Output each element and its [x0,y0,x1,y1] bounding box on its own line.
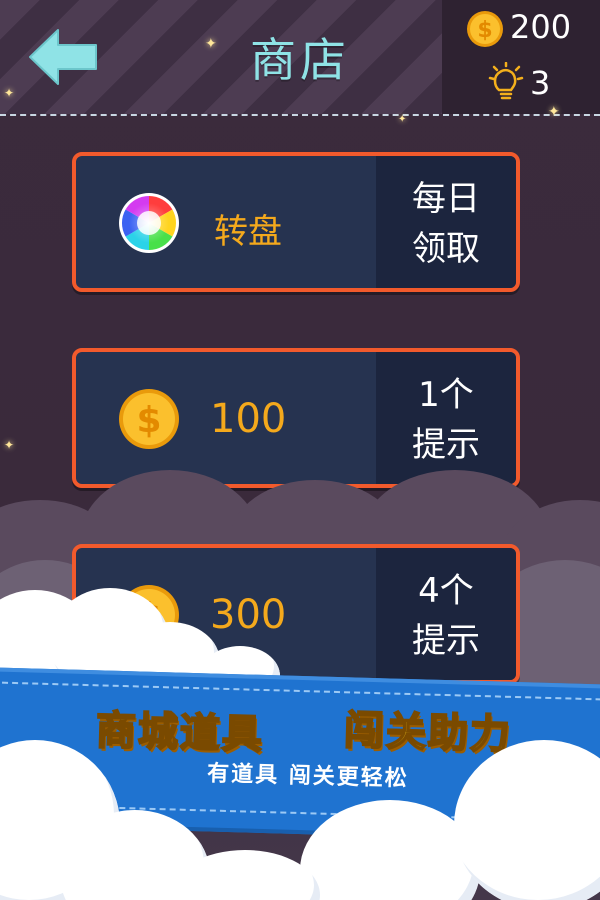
hint-count: 3 [530,64,551,102]
action-line-1: 每日 [412,179,480,219]
buy-1-hint-button[interactable]: 1个 提示 [376,352,516,484]
action-line-1: 1个 [418,375,474,415]
sparkle: ✦ [398,114,407,125]
action-text: 1个 提示 [376,370,516,470]
action-line-2: 领取 [412,229,480,269]
sparkle: ✦ [205,36,217,52]
coin-icon: $ [467,11,503,47]
item-price: 100 [210,396,287,442]
action-line-1: 4个 [418,571,474,611]
shop-item-wheel[interactable]: 转盘 每日 领取 [72,152,520,292]
back-arrow-icon [29,29,97,85]
page-title: 商店 [250,33,350,87]
claim-daily-button[interactable]: 每日 领取 [376,156,516,288]
back-button[interactable] [28,26,100,88]
action-text: 4个 提示 [376,566,516,666]
action-line-2: 提示 [412,621,480,661]
shop-item-1-hint[interactable]: $ 100 1个 提示 [72,348,520,488]
sparkle: ✦ [4,438,15,452]
svg-text:$: $ [477,18,492,43]
color-wheel-icon [119,193,179,253]
shop-screen: 商店 $ 200 3 ✦ ✦ ✦ ✦ ✦ 转盘 每日 领取 $ 100 1个 提… [0,0,600,900]
banner-stitch [0,681,600,701]
promo-subline: 有道具 闯关更轻松 [206,761,410,792]
item-label: 转盘 [214,212,282,252]
buy-4-hints-button[interactable]: 4个 提示 [376,548,516,680]
header-divider [0,114,600,116]
promo-headline-right: 闯关助力 [342,707,513,759]
lightbulb-icon [488,62,524,100]
svg-text:$: $ [136,400,161,441]
action-line-2: 提示 [412,425,480,465]
coin-icon: $ [119,389,179,449]
action-text: 每日 领取 [376,174,516,274]
coin-count: 200 [510,8,572,46]
promo-headline-left: 商城道具 [94,707,265,759]
item-price: 300 [210,592,287,638]
sparkle: ✦ [548,104,560,120]
sparkle: ✦ [4,86,15,100]
